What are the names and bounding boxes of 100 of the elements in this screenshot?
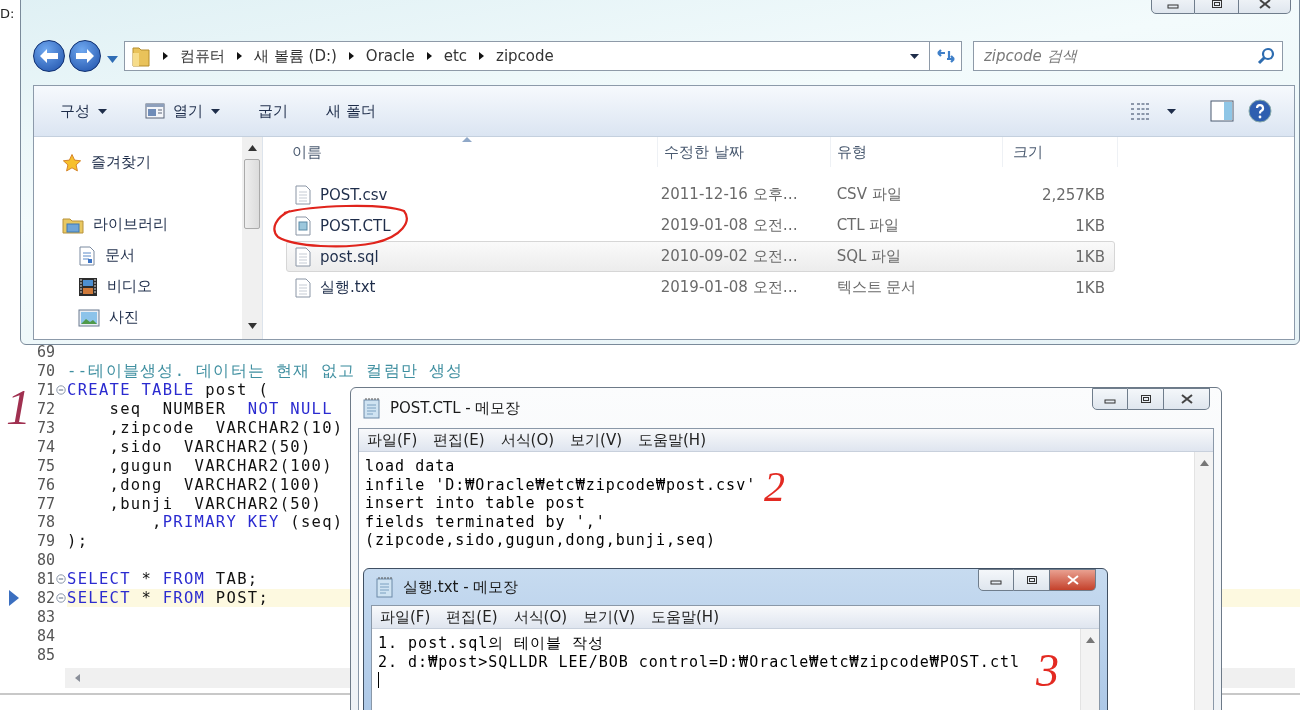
help-icon[interactable] xyxy=(1248,99,1272,123)
code-line: ,gugun VARCHAR2(100) xyxy=(108,456,333,475)
code-line: --테이블생성. 데이터는 현재 없고 컬럼만 생성 xyxy=(67,362,464,381)
line-number: 70 xyxy=(35,362,55,381)
line-number: 76 xyxy=(35,475,55,494)
toolbar-button[interactable]: 새 폴더 xyxy=(322,97,380,125)
close-icon xyxy=(1065,575,1080,585)
chevron-icon[interactable] xyxy=(426,52,432,60)
code-line: SELECT * FROM POST; xyxy=(67,589,270,607)
maximize-icon xyxy=(1210,0,1223,9)
nav-item[interactable]: 라이브러리 xyxy=(34,209,242,240)
file-type: 텍스트 문서 xyxy=(835,278,918,297)
scroll-thumb[interactable] xyxy=(244,159,260,229)
close-icon xyxy=(1179,394,1194,404)
refresh-button[interactable] xyxy=(930,41,962,71)
preview-pane-icon[interactable] xyxy=(1210,100,1234,122)
menu-item[interactable]: 도움말(H) xyxy=(651,607,719,627)
scroll-up-arrow-icon[interactable] xyxy=(247,145,257,151)
close-button[interactable] xyxy=(1164,388,1210,410)
window-title: POST.CTL - 메모장 xyxy=(390,398,521,418)
scrollbar[interactable] xyxy=(1080,629,1099,710)
back-button[interactable] xyxy=(33,40,65,72)
menu-item[interactable]: 편집(E) xyxy=(446,607,498,627)
menu-item[interactable]: 편집(E) xyxy=(433,430,485,450)
file-name[interactable]: POST.csv xyxy=(320,185,388,204)
chevron-icon[interactable] xyxy=(348,52,354,60)
scrollbar[interactable] xyxy=(1194,452,1213,710)
toolbar-button[interactable]: 굽기 xyxy=(254,97,292,125)
breadcrumb[interactable]: Oracle xyxy=(365,47,415,65)
maximize-button[interactable] xyxy=(1014,569,1050,591)
breadcrumb[interactable]: 새 볼륨 (D:) xyxy=(254,46,337,66)
selected-file-row[interactable]: post.sql 2010-09-02 오전… SQL 파일 1KB xyxy=(286,241,1115,272)
line-number: 81 xyxy=(35,570,55,589)
text-line: insert into table post xyxy=(365,494,586,513)
line-number: 74 xyxy=(35,437,55,456)
breadcrumb[interactable]: etc xyxy=(443,47,468,65)
chevron-icon[interactable] xyxy=(479,52,485,60)
column-header[interactable]: 수정한 날짜 xyxy=(658,137,831,167)
menu-item[interactable]: 보기(V) xyxy=(570,430,622,450)
notepad-icon xyxy=(362,397,382,419)
menu-item[interactable]: 서식(O) xyxy=(500,430,555,450)
close-button[interactable] xyxy=(1050,569,1096,591)
breadcrumb[interactable]: 컴퓨터 xyxy=(180,46,225,66)
line-number: 77 xyxy=(35,494,55,513)
breadcrumb[interactable]: zipcode xyxy=(496,47,554,65)
text-line: 2. d:₩post>SQLLDR LEE/BOB control=D:₩Oracle₩etc₩zipcode₩POST.ctl xyxy=(378,652,1020,672)
toolbar-button[interactable]: 열기 xyxy=(141,97,224,125)
star-icon xyxy=(62,152,82,173)
code-line: ,sido VARCHAR2(50) xyxy=(108,437,312,456)
code-line: seq NUMBER NOT NULL xyxy=(108,400,333,419)
code-line: ,bunji VARCHAR2(50) xyxy=(108,494,323,513)
scroll-left-arrow-icon[interactable] xyxy=(73,673,81,684)
nav-item[interactable]: 문서 xyxy=(34,240,242,271)
chevron-icon[interactable] xyxy=(163,52,168,60)
column-header[interactable]: 유형 xyxy=(831,137,1003,167)
forward-button[interactable] xyxy=(69,40,101,72)
text-line: infile 'D:₩Oracle₩etc₩zipcode₩post.csv' xyxy=(365,475,757,495)
window-title: 실행.txt - 메모장 xyxy=(403,577,519,597)
file-icon xyxy=(295,246,311,267)
nav-item[interactable]: 즐겨찾기 xyxy=(34,147,242,178)
recent-pages-caret-icon[interactable] xyxy=(107,55,118,63)
column-header[interactable]: 이름 xyxy=(286,137,658,167)
scrollbar[interactable] xyxy=(242,137,262,339)
maximize-icon xyxy=(1025,575,1038,585)
file-type: CSV 파일 xyxy=(835,185,903,204)
menu-item[interactable]: 파일(F) xyxy=(380,607,431,627)
search-icon[interactable] xyxy=(1257,47,1275,65)
search-field[interactable]: zipcode 검색 xyxy=(973,41,1283,71)
minimize-button[interactable] xyxy=(978,569,1014,591)
scroll-down-arrow-icon[interactable] xyxy=(247,323,257,329)
column-header[interactable]: 크기 xyxy=(1003,137,1118,167)
chevron-icon[interactable] xyxy=(237,52,242,60)
text-line: 1. post.sql의 테이블 작성 xyxy=(378,634,605,653)
file-date: 2019-01-08 오전… xyxy=(659,216,799,235)
file-type: SQL 파일 xyxy=(835,247,903,266)
menu-item[interactable]: 도움말(H) xyxy=(638,430,706,450)
file-date: 2019-01-08 오전… xyxy=(659,278,799,297)
file-name[interactable]: post.sql xyxy=(320,247,379,266)
nav-item[interactable]: 사진 xyxy=(34,302,242,333)
text-line: (zipcode,sido,gugun,dong,bunji,seq) xyxy=(365,531,717,550)
maximize-button[interactable] xyxy=(1128,388,1164,410)
image-icon xyxy=(78,308,100,327)
menu-item[interactable]: 파일(F) xyxy=(367,430,418,450)
file-name[interactable]: POST.CTL xyxy=(320,216,391,235)
minimize-button[interactable] xyxy=(1092,388,1128,410)
line-number: 85 xyxy=(35,645,55,664)
nav-item[interactable]: 비디오 xyxy=(34,271,242,302)
maximize-icon xyxy=(1139,394,1152,404)
file-date: 2010-09-02 오전… xyxy=(659,247,799,266)
address-bar[interactable]: 컴퓨터 새 볼륨 (D:) Oracle etc zipcode xyxy=(124,41,930,71)
line-number: 72 xyxy=(35,400,55,419)
file-size: 1KB xyxy=(1074,216,1106,235)
line-number: 79 xyxy=(35,532,55,551)
notepad-icon xyxy=(375,576,395,598)
toolbar-button[interactable]: 구성 xyxy=(56,97,111,125)
menu-item[interactable]: 보기(V) xyxy=(583,607,635,627)
file-name[interactable]: 실행.txt xyxy=(320,278,376,297)
code-line: ,zipcode VARCHAR2(10) xyxy=(108,419,344,437)
menu-item[interactable]: 서식(O) xyxy=(513,607,568,627)
document-icon xyxy=(78,245,96,266)
